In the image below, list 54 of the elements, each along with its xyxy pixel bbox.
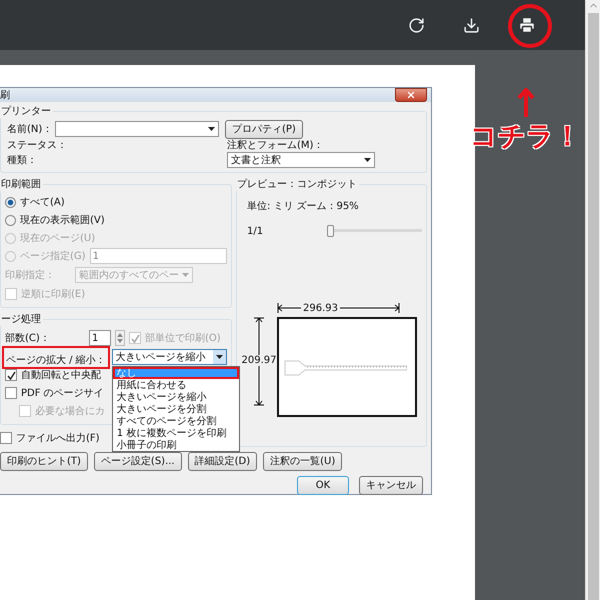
radio-label: 現在のページ(U) xyxy=(20,232,96,245)
reverse-label: 逆順に印刷(E) xyxy=(21,288,86,301)
spinner-icon[interactable] xyxy=(115,330,125,346)
comments-label: 注釈とフォーム(M)： xyxy=(227,138,324,152)
radio-label: 現在の表示範囲(V) xyxy=(20,214,105,227)
type-label: 種類： xyxy=(6,154,38,167)
dimension-arrow-icon xyxy=(340,303,400,313)
dropdown-caret-icon xyxy=(213,350,226,364)
radio-button[interactable] xyxy=(5,196,16,208)
group-label: ージ処理 xyxy=(0,313,42,326)
radio-label: すべて(A) xyxy=(20,196,65,209)
close-button[interactable] xyxy=(395,88,427,102)
print-to-file-label: ファイルへ出力(F) xyxy=(16,432,100,445)
dialog-button[interactable]: 詳細設定(D) xyxy=(188,452,258,470)
page-count: 1/1 xyxy=(246,226,264,236)
subset-label: 印刷指定： xyxy=(5,268,55,282)
auto-rotate-label: 自動回転と中央配 xyxy=(21,368,101,382)
dialog-button[interactable]: 注釈の一覧(U) xyxy=(263,452,342,470)
pages-field[interactable]: 1 xyxy=(90,248,227,264)
scrollbar[interactable] xyxy=(585,0,600,600)
dialog-title: 刷 xyxy=(0,89,10,102)
name-label: 名前(N)： xyxy=(6,123,49,136)
checkbox[interactable] xyxy=(5,369,17,381)
dimension-arrow-icon xyxy=(277,303,301,313)
scaling-label: ページの拡大 / 縮小： xyxy=(2,346,110,368)
dimension-arrow-icon xyxy=(254,366,264,406)
ok-button[interactable]: OK xyxy=(297,476,349,494)
height-label: 209.97 xyxy=(242,355,276,366)
status-label: ステータス： xyxy=(6,139,68,152)
radio-label: ページ指定(G) xyxy=(20,250,86,263)
copies-label: 部数(C)： xyxy=(5,332,51,345)
comments-dropdown[interactable]: 文書と注釈 xyxy=(227,152,375,168)
zoom-info: 単位: ミリ ズーム : 95% xyxy=(246,200,360,213)
custom-paper-label: 必要な場合にカ xyxy=(35,404,105,418)
copies-field[interactable]: 1 xyxy=(89,330,111,346)
pdf-size-label: PDF のページサイ xyxy=(21,387,104,400)
dimension-arrow-icon xyxy=(254,317,264,355)
slider-thumb[interactable] xyxy=(327,225,334,237)
group-label: プレビュー：コンポジット xyxy=(236,178,358,191)
cancel-button[interactable]: キャンセル xyxy=(359,476,423,494)
highlight-circle xyxy=(508,4,552,48)
up-arrow-icon xyxy=(516,88,536,118)
radio-button[interactable] xyxy=(5,214,16,226)
group-label: プリンター xyxy=(0,104,52,118)
checkbox[interactable] xyxy=(0,432,12,444)
close-icon xyxy=(406,90,416,100)
properties-button[interactable]: プロパティ(P) xyxy=(225,120,303,138)
printer-dropdown[interactable] xyxy=(55,121,219,137)
width-label: 296.93 xyxy=(303,302,338,314)
checkbox[interactable] xyxy=(5,387,17,399)
dialog-button[interactable]: 印刷のヒント(T) xyxy=(0,452,88,470)
group-label: 印刷範囲 xyxy=(0,178,42,191)
dialog-button[interactable]: ページ設定(S)... xyxy=(94,452,182,470)
collate-label: 部単位で印刷(O) xyxy=(145,332,221,345)
